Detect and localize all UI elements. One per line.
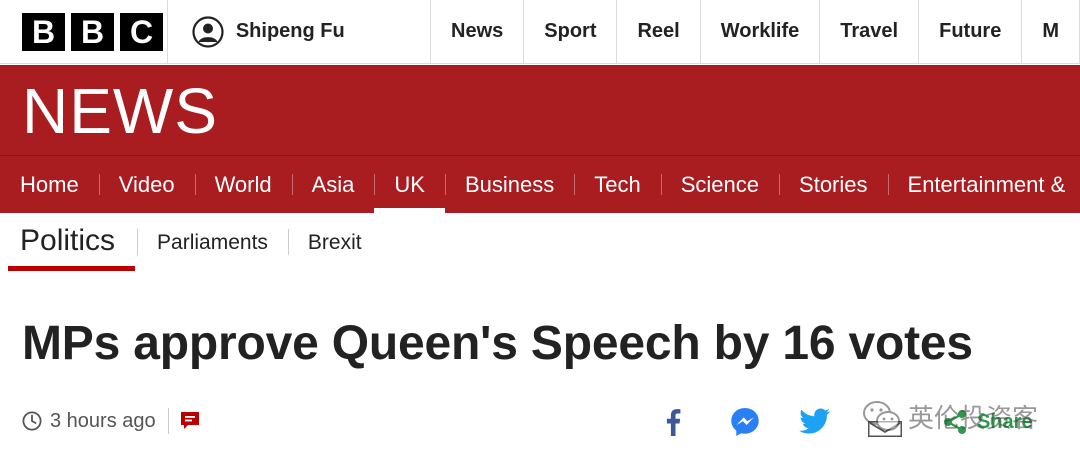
top-nav-sport[interactable]: Sport [524,0,618,63]
top-nav-news[interactable]: News [431,0,525,63]
wechat-icon [863,400,900,431]
news-banner: NEWS [0,65,1080,155]
sub-nav: Politics Parliaments Brexit [0,213,1080,273]
bbc-logo-letter: B [22,12,65,51]
user-icon [192,15,224,48]
bbc-logo[interactable]: B B C [0,0,168,63]
top-nav-more[interactable]: M [1022,0,1080,63]
section-nav-business[interactable]: Business [444,156,574,213]
article-headline: MPs approve Queen's Speech by 16 votes [22,317,973,370]
bbc-logo-letter: C [120,12,163,51]
bbc-logo-letter: B [71,12,114,51]
section-nav-asia[interactable]: Asia [291,156,375,213]
top-nav: News Sport Reel Worklife Travel Future M [431,0,1080,63]
watermark-text: 英伦投资客 [908,404,1039,434]
top-nav-future[interactable]: Future [919,0,1023,63]
sub-nav-brexit[interactable]: Brexit [287,213,382,273]
clock-icon [22,411,42,431]
sub-nav-parliaments[interactable]: Parliaments [137,213,288,273]
section-nav-video[interactable]: Video [98,156,195,213]
top-bar: B B C Shipeng Fu News Sport Reel Worklif… [0,0,1080,64]
article-timestamp: 3 hours ago [50,409,156,432]
section-nav-science[interactable]: Science [660,156,779,213]
news-wordmark[interactable]: NEWS [22,79,218,143]
section-nav-home[interactable]: Home [0,156,99,213]
top-nav-worklife[interactable]: Worklife [701,0,821,63]
section-nav: Home Video World Asia UK Business Tech S… [0,155,1080,213]
facebook-icon[interactable] [655,404,691,440]
comment-icon[interactable] [179,410,201,432]
section-nav-tech[interactable]: Tech [574,156,660,213]
account-link[interactable]: Shipeng Fu [168,0,432,63]
section-nav-uk[interactable]: UK [374,156,445,213]
top-nav-travel[interactable]: Travel [820,0,920,63]
account-name: Shipeng Fu [235,20,345,42]
sub-nav-politics[interactable]: Politics [0,213,136,273]
top-nav-reel[interactable]: Reel [617,0,701,63]
twitter-icon[interactable] [797,404,833,440]
article-byline: 3 hours ago [22,408,201,434]
section-nav-world[interactable]: World [194,156,292,213]
byline-divider [167,408,169,434]
section-nav-stories[interactable]: Stories [779,156,887,213]
section-nav-entertainment[interactable]: Entertainment & [887,156,1080,213]
watermark: 英伦投资客 [862,398,1038,435]
messenger-icon[interactable] [727,404,763,440]
